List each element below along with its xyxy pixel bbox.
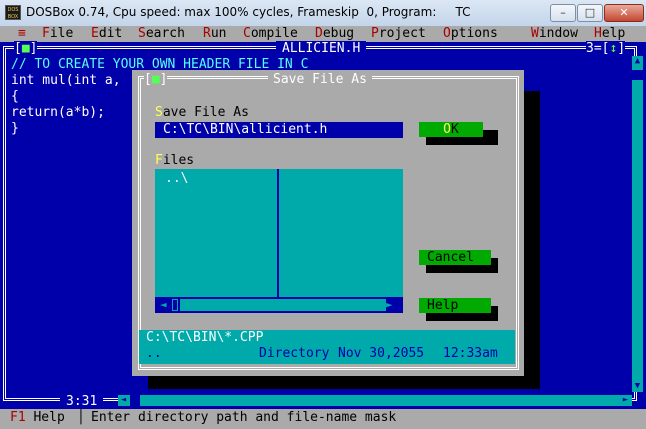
editor-close-box[interactable]: [■] bbox=[14, 41, 38, 56]
info-date: Nov 30,2055 bbox=[338, 346, 425, 361]
ok-button[interactable]: OK bbox=[419, 122, 483, 137]
code-line-4[interactable]: return(a*b); bbox=[11, 105, 105, 121]
menu-options[interactable]: Options bbox=[443, 26, 498, 42]
menu-debug[interactable]: Debug bbox=[315, 26, 354, 42]
file-list[interactable] bbox=[155, 169, 403, 297]
filename-input[interactable]: C:\TC\BIN\allicient.h bbox=[155, 122, 403, 138]
code-line-2[interactable]: int mul(int a, bbox=[11, 73, 121, 89]
menu-run[interactable]: Run bbox=[203, 26, 226, 42]
cancel-button[interactable]: Cancel bbox=[419, 250, 491, 265]
status-message: Enter directory path and file-name mask bbox=[91, 410, 397, 425]
close-button[interactable]: ✕ bbox=[604, 4, 644, 22]
scroll-down-arrow-icon[interactable]: ▼ bbox=[632, 381, 643, 392]
menu-edit[interactable]: Edit bbox=[91, 26, 122, 42]
menu-file[interactable]: File bbox=[42, 26, 73, 42]
dialog-title: Save File As bbox=[268, 72, 372, 87]
info-path: C:\TC\BIN\*.CPP bbox=[146, 330, 264, 345]
help-button[interactable]: Help bbox=[419, 298, 491, 313]
menu-search[interactable]: Search bbox=[138, 26, 185, 42]
scroll-up-arrow-icon[interactable]: ▲ bbox=[632, 56, 643, 67]
info-name: .. bbox=[146, 346, 162, 361]
system-menu-icon[interactable]: ≡ bbox=[18, 26, 26, 42]
editor-vertical-scrollbar[interactable] bbox=[632, 56, 643, 392]
file-list-item[interactable]: ..\ bbox=[165, 171, 188, 187]
editor-window-number: 3=[↕] bbox=[586, 41, 626, 56]
code-line-3[interactable]: { bbox=[11, 89, 19, 105]
code-line-5[interactable]: } bbox=[11, 121, 19, 137]
horizontal-scroll-thumb[interactable] bbox=[130, 395, 140, 406]
info-type: Directory bbox=[259, 346, 330, 361]
status-help-key[interactable]: F1 Help bbox=[10, 409, 65, 427]
list-scroll-track[interactable] bbox=[180, 299, 386, 311]
window-title: DOSBox 0.74, Cpu speed: max 100% cycles,… bbox=[26, 5, 471, 19]
vertical-scroll-thumb[interactable] bbox=[632, 70, 643, 80]
files-label: Files bbox=[155, 153, 195, 168]
filename-label: Save File As bbox=[155, 105, 249, 120]
cursor-position: 3:31 bbox=[60, 394, 104, 409]
scroll-right-arrow-icon[interactable]: ► bbox=[620, 395, 631, 406]
info-time: 12:33am bbox=[443, 346, 498, 361]
menu-compile[interactable]: Compile bbox=[243, 26, 298, 42]
editor-horizontal-scrollbar[interactable] bbox=[118, 395, 632, 406]
dosbox-app-icon[interactable]: DOS BOX bbox=[5, 5, 21, 20]
scroll-left-arrow-icon[interactable]: ◄ bbox=[118, 395, 129, 406]
minimize-button[interactable]: – bbox=[550, 4, 576, 22]
dialog-close-box[interactable]: [■] bbox=[144, 72, 168, 87]
editor-filename: ALLICIEN.H bbox=[276, 41, 367, 56]
status-separator: │ bbox=[77, 410, 85, 425]
list-scroll-thumb[interactable] bbox=[172, 299, 178, 311]
menu-project[interactable]: Project bbox=[371, 26, 426, 42]
maximize-button[interactable]: □ bbox=[577, 4, 603, 22]
file-list-column-divider bbox=[277, 169, 279, 297]
menu-window[interactable]: Window bbox=[531, 26, 578, 42]
menu-help[interactable]: Help bbox=[594, 26, 625, 42]
list-scroll-right-icon[interactable]: ► bbox=[386, 297, 400, 313]
